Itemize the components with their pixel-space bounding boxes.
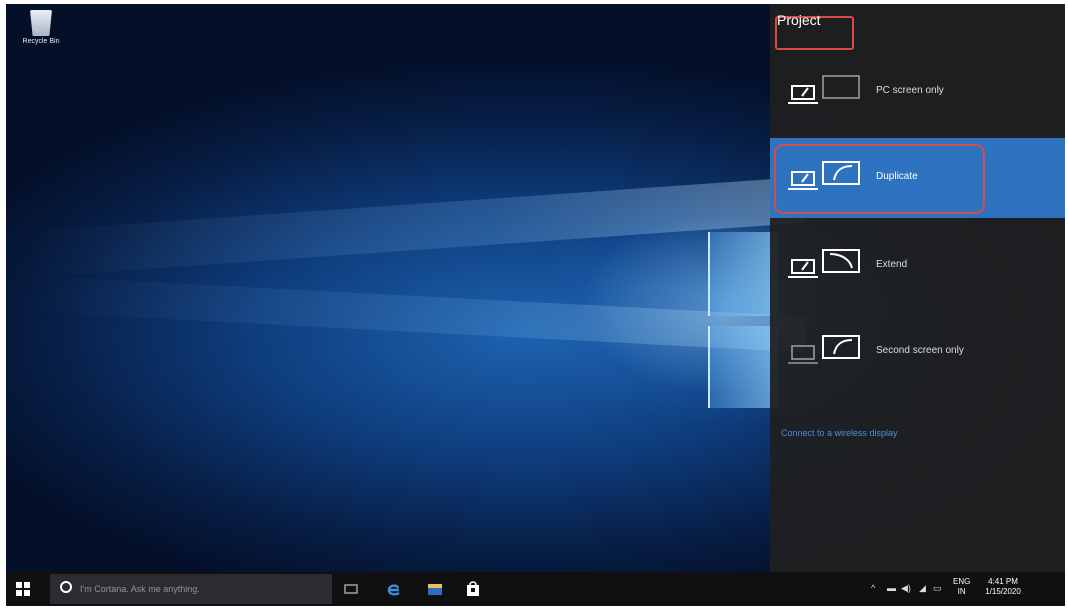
cortana-search-box[interactable]: I'm Cortana. Ask me anything. — [50, 574, 332, 604]
region-code: IN — [957, 587, 966, 596]
language-code: ENG — [953, 577, 971, 586]
cortana-icon — [60, 581, 72, 593]
input-language-indicator[interactable]: ENG IN — [953, 577, 970, 597]
file-explorer-icon[interactable] — [426, 580, 444, 598]
option-extend[interactable]: Extend — [770, 226, 1065, 306]
option-label: PC screen only — [876, 85, 944, 96]
action-center-icon[interactable]: ▭ — [933, 583, 942, 594]
recycle-bin-icon — [30, 10, 52, 36]
clock-date: 1/15/2020 — [985, 587, 1021, 596]
panel-title: Project — [777, 12, 821, 28]
volume-icon[interactable]: ◀) — [901, 583, 911, 594]
chevron-up-icon[interactable]: ^ — [871, 583, 875, 593]
taskbar: I'm Cortana. Ask me anything. ^ ▬ ◀) ◢ ▭… — [6, 572, 1065, 606]
battery-icon[interactable]: ▬ — [887, 583, 896, 593]
wallpaper-window-pane — [708, 326, 778, 408]
desktop: Recycle Bin Project PC screen only Dupli… — [6, 4, 1065, 606]
project-panel: Project PC screen only Duplicate Extend … — [770, 4, 1065, 572]
wallpaper-light-beam — [26, 275, 806, 353]
second-screen-only-icon — [788, 335, 860, 364]
option-duplicate[interactable]: Duplicate — [770, 138, 1065, 218]
option-second-screen-only[interactable]: Second screen only — [770, 312, 1065, 392]
option-label: Extend — [876, 259, 908, 270]
task-view-icon[interactable] — [342, 580, 360, 598]
network-icon[interactable]: ◢ — [919, 583, 926, 594]
clock-time: 4:41 PM — [988, 577, 1018, 586]
store-icon[interactable] — [464, 580, 482, 598]
start-button-windows-icon[interactable] — [16, 582, 30, 596]
system-tray: ^ ▬ ◀) ◢ ▭ ENG IN 4:41 PM 1/15/2020 — [865, 572, 1055, 606]
wallpaper-window-pane — [708, 232, 778, 316]
recycle-bin-shortcut[interactable]: Recycle Bin — [18, 10, 64, 45]
option-pc-screen-only[interactable]: PC screen only — [770, 52, 1065, 132]
option-label: Second screen only — [876, 345, 964, 356]
recycle-bin-label: Recycle Bin — [22, 38, 60, 45]
clock[interactable]: 4:41 PM 1/15/2020 — [983, 577, 1023, 597]
wallpaper-light-beam — [26, 176, 806, 278]
selection-highlight-box — [774, 144, 985, 214]
pc-screen-only-icon — [788, 75, 860, 104]
search-placeholder: I'm Cortana. Ask me anything. — [80, 584, 200, 594]
edge-icon[interactable] — [384, 580, 402, 598]
connect-wireless-display-link[interactable]: Connect to a wireless display — [781, 428, 898, 438]
extend-icon — [788, 249, 860, 278]
